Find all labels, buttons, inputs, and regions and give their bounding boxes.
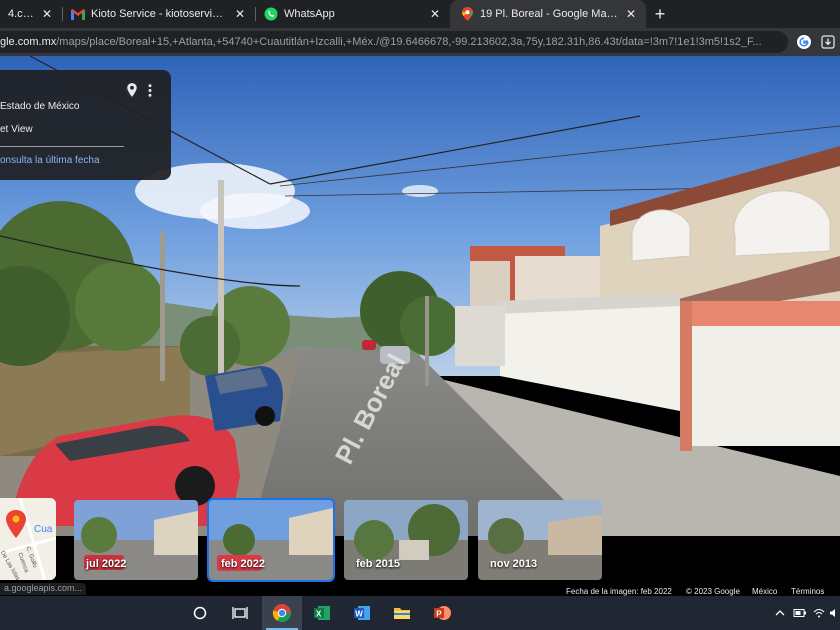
tab-title: WhatsApp [284,8,335,20]
minimap-label: Cua [34,524,53,535]
google-icon[interactable] [792,31,816,53]
svg-text:W: W [355,610,363,619]
close-icon[interactable]: ✕ [624,7,638,21]
excel-icon[interactable]: X [302,596,342,630]
timeline-thumb-feb-2015[interactable]: feb 2015 [342,498,470,582]
tab-title: 19 Pl. Boreal - Google Maps [480,8,618,20]
chrome-icon[interactable] [262,596,302,630]
download-icon[interactable] [816,31,840,53]
card-pin-icon[interactable] [126,82,138,103]
word-icon[interactable]: W [342,596,382,630]
url-path: /maps/place/Boreal+15,+Atlanta,+54740+Cu… [56,36,762,48]
svg-text:X: X [316,610,322,619]
task-view-icon[interactable] [220,596,260,630]
card-more-icon[interactable] [146,83,154,103]
status-url: a.googleapis.com... [0,583,87,595]
svg-text:P: P [436,610,442,619]
address-bar[interactable]: gle.com.mx /maps/place/Boreal+15,+Atlant… [0,31,788,53]
gmail-icon [71,7,85,21]
screen: 4.com/pr ✕ Kioto Service - kiotoservicea… [0,0,840,630]
thumb-date: jul 2022 [86,558,127,570]
copyright: © 2023 Google [686,587,740,596]
close-icon[interactable]: ✕ [428,7,442,21]
minimap[interactable]: Cua C. Golfo Cuenca De Las Islas [0,498,56,580]
tab-strip: 4.com/pr ✕ Kioto Service - kiotoservicea… [0,0,840,28]
thumb-date: nov 2013 [490,558,538,570]
tab-title: Kioto Service - kiotoserviceagency [91,8,227,20]
country-link[interactable]: México [752,587,777,596]
battery-icon[interactable] [792,596,808,630]
url-host: gle.com.mx [0,36,57,48]
timeline-thumb-nov-2013[interactable]: nov 2013 [476,498,604,582]
google-maps-icon [460,7,474,21]
tab-google-maps[interactable]: 19 Pl. Boreal - Google Maps ✕ [450,0,646,28]
image-date: Fecha de la imagen: feb 2022 [566,587,672,596]
thumb-date: feb 2015 [356,558,401,570]
close-icon[interactable]: ✕ [40,7,54,21]
tab-2[interactable]: Kioto Service - kiotoserviceagency ✕ [63,0,255,28]
latest-date-link[interactable]: onsulta la última fecha [0,155,100,166]
divider [0,146,124,147]
wifi-icon[interactable] [812,596,826,630]
terms-link[interactable]: Términos [791,587,824,596]
close-icon[interactable]: ✕ [233,7,247,21]
timeline-thumb-feb-2022[interactable]: feb 2022 [207,498,335,582]
chevron-up-icon[interactable] [772,596,788,630]
browser-toolbar: gle.com.mx /maps/place/Boreal+15,+Atlant… [0,28,840,56]
region-label: Estado de México [0,101,80,112]
file-explorer-icon[interactable] [382,596,422,630]
powerpoint-icon[interactable]: P [422,596,462,630]
whatsapp-icon [264,7,278,21]
volume-icon[interactable] [828,596,840,630]
new-tab-button[interactable]: + [646,0,674,28]
street-view-label: et View [0,124,33,135]
taskbar: X W P [0,596,840,630]
timeline-thumb-jul-2022[interactable]: jul 2022 [72,498,200,582]
tab-3[interactable]: WhatsApp ✕ [256,0,450,28]
thumb-date: feb 2022 [221,558,266,570]
search-circle-icon[interactable] [180,596,220,630]
tab-1[interactable]: 4.com/pr ✕ [0,0,62,28]
tab-title: 4.com/pr [8,8,34,20]
